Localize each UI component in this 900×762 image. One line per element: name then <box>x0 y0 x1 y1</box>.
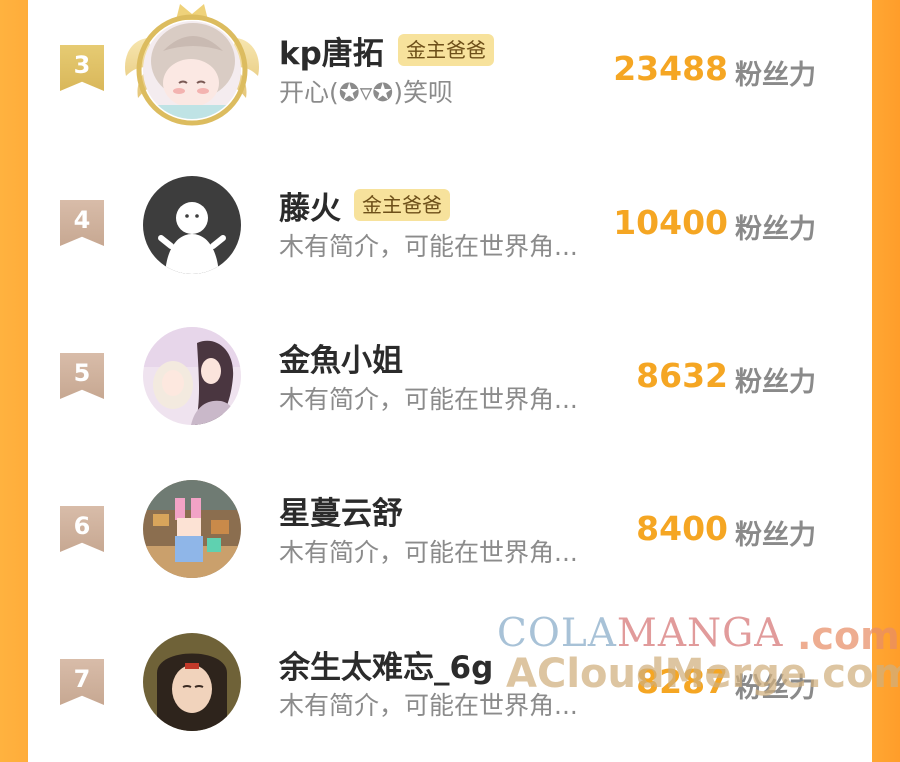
ranking-row[interactable]: 6 星蔓云舒 木有简介，可能在世界角... 8400 粉丝力 <box>28 459 872 609</box>
user-bio: 开心(✪▿✪)笑呗 <box>279 78 453 107</box>
fan-power-unit: 粉丝力 <box>735 60 816 91</box>
user-name[interactable]: 金魚小姐 <box>279 335 403 380</box>
ranking-row[interactable]: 4 藤火 金主爸爸 木有简介，可能在世界角... 10400 粉丝力 <box>28 153 872 303</box>
fan-ranking-list: 3 kp唐拓 金主爸爸 开心(✪▿✪)笑呗 23488 粉丝力 4 藤火 金主爸… <box>28 0 872 731</box>
fan-power-score: 8400 <box>636 509 728 548</box>
watermark-part: MANGA <box>616 611 784 656</box>
rank-badge: 6 <box>60 506 104 552</box>
user-bio: 木有简介，可能在世界角... <box>279 538 578 567</box>
user-name[interactable]: kp唐拓 <box>279 28 384 73</box>
anime-couple-avatar-icon[interactable] <box>143 327 241 425</box>
rank-badge: 5 <box>60 353 104 399</box>
user-name[interactable]: 余生太难忘_6g <box>279 642 493 687</box>
watermark-colamanga: COLAMANGA <box>497 611 783 656</box>
vip-tag: 金主爸爸 <box>398 34 494 66</box>
ranking-row[interactable]: 3 kp唐拓 金主爸爸 开心(✪▿✪)笑呗 23488 粉丝力 <box>28 0 872 150</box>
fan-power-score: 8632 <box>636 356 728 395</box>
anime-girl-avatar-icon[interactable] <box>143 21 241 119</box>
user-bio: 木有简介，可能在世界角... <box>279 232 578 261</box>
rank-badge: 4 <box>60 200 104 246</box>
fan-power-score: 23488 <box>613 49 728 88</box>
user-name[interactable]: 星蔓云舒 <box>279 488 403 533</box>
rank-badge: 3 <box>60 45 104 91</box>
fan-power-unit: 粉丝力 <box>735 367 816 398</box>
default-user-avatar-icon[interactable] <box>143 176 241 274</box>
user-bio: 木有简介，可能在世界角... <box>279 385 578 414</box>
fan-power-unit: 粉丝力 <box>735 520 816 551</box>
watermark-part: COLA <box>497 611 617 656</box>
pixel-game-avatar-icon[interactable] <box>143 480 241 578</box>
watermark-acloudmerge: ACloudMerge.com <box>506 651 900 697</box>
fan-power-score: 10400 <box>613 203 728 242</box>
user-name[interactable]: 藤火 <box>279 183 341 228</box>
vip-tag: 金主爸爸 <box>354 189 450 221</box>
anime-boy-avatar-icon[interactable] <box>143 633 241 731</box>
ranking-row[interactable]: 5 金魚小姐 木有简介，可能在世界角... 8632 粉丝力 <box>28 306 872 456</box>
rank-badge: 7 <box>60 659 104 705</box>
fan-power-unit: 粉丝力 <box>735 214 816 245</box>
